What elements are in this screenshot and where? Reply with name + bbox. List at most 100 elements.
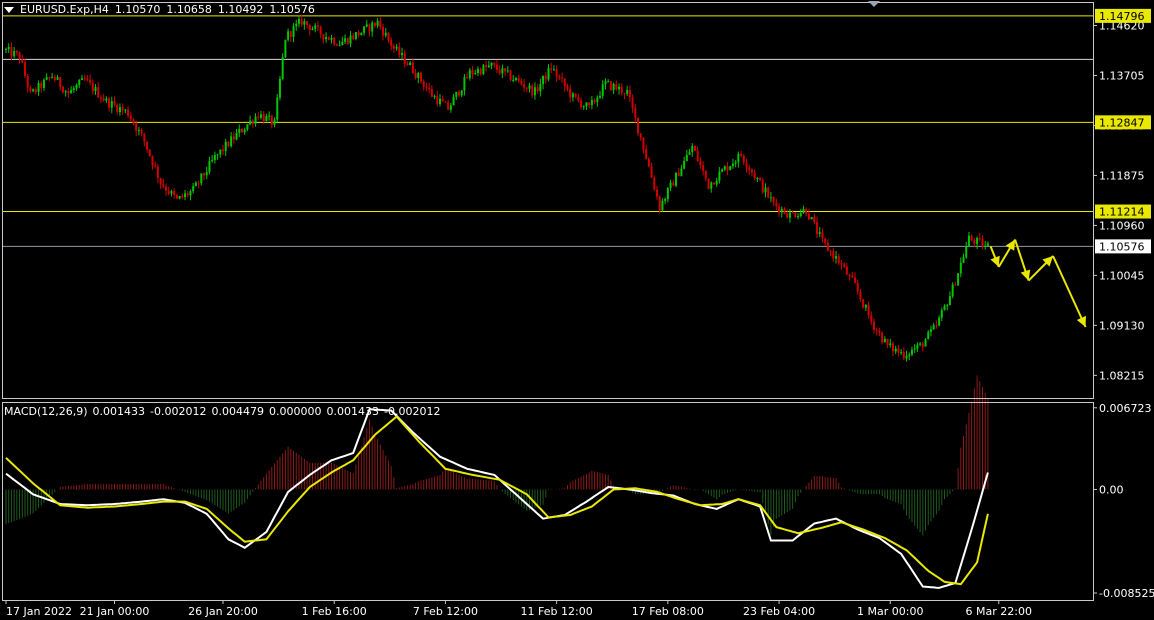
candle-body[interactable] [864, 305, 867, 308]
candle-body[interactable] [943, 305, 946, 311]
candle-body[interactable] [170, 191, 173, 194]
candle-body[interactable] [357, 32, 360, 36]
candle-body[interactable] [873, 321, 875, 330]
candle-body[interactable] [929, 329, 932, 332]
candle-body[interactable] [802, 208, 805, 213]
candle-body[interactable] [816, 222, 819, 234]
candle-body[interactable] [650, 166, 653, 178]
candle-body[interactable] [604, 81, 607, 85]
candle-body[interactable] [661, 200, 664, 211]
candle-body[interactable] [737, 153, 740, 163]
candle-body[interactable] [379, 20, 382, 27]
candle-body[interactable] [710, 182, 713, 189]
candle-body[interactable] [986, 243, 989, 246]
candle-body[interactable] [829, 250, 832, 252]
candle-body[interactable] [487, 65, 490, 68]
candle-body[interactable] [759, 178, 762, 181]
candle-body[interactable] [78, 80, 81, 86]
candle-body[interactable] [289, 31, 292, 37]
candle-body[interactable] [875, 329, 878, 331]
candle-body[interactable] [268, 115, 271, 117]
candle-body[interactable] [23, 62, 26, 77]
candle-body[interactable] [26, 76, 29, 88]
candle-body[interactable] [772, 197, 775, 203]
candle-body[interactable] [669, 182, 672, 189]
candle-body[interactable] [10, 47, 13, 57]
candle-body[interactable] [607, 81, 610, 83]
candle-body[interactable] [265, 116, 268, 122]
candle-body[interactable] [135, 123, 138, 131]
candle-body[interactable] [552, 69, 555, 71]
candle-body[interactable] [978, 238, 981, 240]
candle-body[interactable] [240, 128, 243, 133]
candle-body[interactable] [805, 208, 808, 214]
candle-body[interactable] [626, 89, 629, 94]
candle-body[interactable] [203, 173, 206, 176]
candle-body[interactable] [259, 114, 262, 118]
candle-body[interactable] [325, 36, 328, 40]
candle-body[interactable] [845, 266, 848, 275]
candle-body[interactable] [563, 78, 566, 87]
candle-body[interactable] [514, 78, 517, 80]
candle-body[interactable] [596, 97, 599, 103]
candle-body[interactable] [886, 338, 889, 346]
candle-body[interactable] [468, 70, 471, 79]
candle-body[interactable] [257, 116, 260, 118]
forecast-arrow-line[interactable] [1052, 255, 1087, 328]
candle-body[interactable] [327, 36, 330, 40]
candle-body[interactable] [5, 49, 7, 51]
candle-body[interactable] [506, 70, 509, 72]
candle-body[interactable] [354, 32, 357, 39]
candle-body[interactable] [704, 170, 707, 179]
candle-body[interactable] [197, 182, 200, 184]
candle-body[interactable] [504, 68, 507, 72]
candle-body[interactable] [913, 348, 916, 350]
candle-body[interactable] [902, 352, 905, 359]
candle-body[interactable] [615, 84, 618, 90]
candle-body[interactable] [162, 184, 165, 187]
candle-body[interactable] [699, 161, 702, 166]
candle-body[interactable] [105, 98, 108, 101]
candle-body[interactable] [786, 213, 789, 218]
candle-body[interactable] [276, 97, 279, 120]
macd-main-line[interactable] [5, 408, 989, 589]
candle-body[interactable] [544, 75, 547, 80]
candle-body[interactable] [349, 35, 352, 44]
candle-body[interactable] [780, 208, 783, 213]
candle-body[interactable] [848, 274, 851, 276]
candle-body[interactable] [932, 325, 935, 330]
candle-body[interactable] [531, 85, 534, 96]
candle-body[interactable] [680, 168, 683, 177]
candle-body[interactable] [542, 75, 545, 85]
candle-body[interactable] [181, 195, 184, 198]
candle-body[interactable] [303, 21, 306, 25]
candle-body[interactable] [718, 171, 721, 181]
candle-body[interactable] [685, 154, 688, 161]
candle-body[interactable] [452, 96, 455, 106]
candle-body[interactable] [959, 262, 962, 274]
candle-body[interactable] [807, 213, 810, 220]
candle-body[interactable] [132, 119, 135, 124]
candle-body[interactable] [835, 256, 838, 259]
candle-body[interactable] [547, 67, 550, 80]
candle-body[interactable] [691, 145, 694, 153]
candle-body[interactable] [761, 180, 764, 193]
candle-body[interactable] [924, 339, 927, 347]
candle-body[interactable] [870, 315, 873, 322]
candle-body[interactable] [121, 107, 124, 111]
candle-body[interactable] [463, 77, 466, 91]
candle-body[interactable] [854, 277, 857, 283]
candle-body[interactable] [395, 46, 398, 49]
candle-body[interactable] [653, 177, 656, 190]
candle-body[interactable] [580, 100, 583, 108]
candle-body[interactable] [219, 149, 222, 155]
candle-body[interactable] [539, 84, 542, 92]
candle-body[interactable] [791, 212, 794, 214]
chart-canvas[interactable]: 1.146201.137051.127901.118751.109601.100… [0, 0, 1154, 620]
candle-body[interactable] [392, 45, 395, 49]
candle-body[interactable] [512, 79, 515, 81]
candle-body[interactable] [53, 76, 56, 80]
candle-body[interactable] [186, 193, 189, 196]
candle-body[interactable] [558, 76, 561, 78]
candle-body[interactable] [45, 77, 48, 80]
